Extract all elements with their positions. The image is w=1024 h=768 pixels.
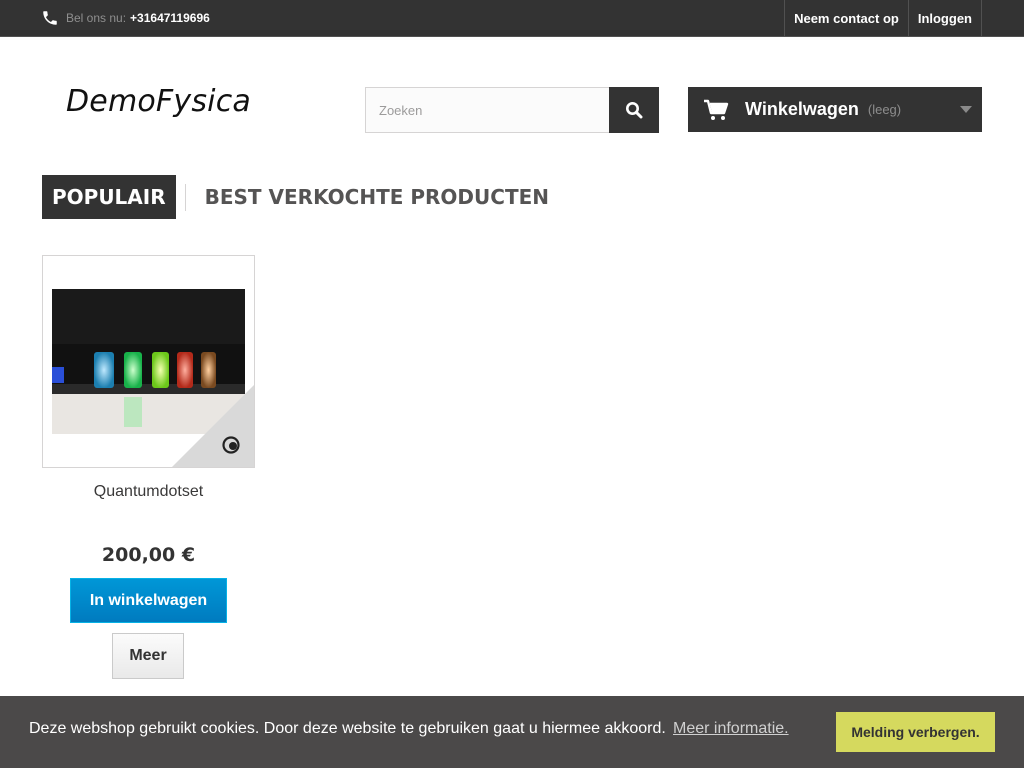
search-button[interactable] [609, 87, 659, 133]
product-image-link[interactable] [42, 255, 255, 468]
corner-ribbon [172, 385, 254, 467]
phone-info: Bel ons nu: +31647119696 [41, 6, 210, 30]
tab-popular[interactable]: POPULAIR [42, 175, 176, 219]
cart-button[interactable]: Winkelwagen (leeg) [688, 87, 982, 132]
phone-label: Bel ons nu: [66, 11, 127, 25]
add-to-cart-button[interactable]: In winkelwagen [70, 578, 227, 623]
search-icon [626, 102, 643, 119]
top-bar: Bel ons nu: +31647119696 Neem contact op… [0, 0, 1024, 37]
cookie-more-info-link[interactable]: Meer informatie. [673, 720, 789, 738]
product-price: 200,00 € [101, 544, 196, 566]
product-name[interactable]: Quantumdotset [42, 483, 255, 501]
search-input[interactable] [365, 87, 609, 133]
chevron-down-icon [960, 106, 972, 113]
contact-link[interactable]: Neem contact op [784, 0, 908, 37]
cart-label: Winkelwagen [745, 99, 859, 119]
top-links: Neem contact op Inloggen [784, 0, 982, 37]
more-button[interactable]: Meer [112, 633, 184, 679]
tab-best-sellers[interactable]: BEST VERKOCHTE PRODUCTEN [195, 175, 549, 219]
phone-number: +31647119696 [130, 11, 210, 25]
product-tabs: POPULAIR BEST VERKOCHTE PRODUCTEN [42, 175, 549, 219]
phone-icon [43, 11, 57, 25]
cart-status: (leeg) [867, 102, 902, 117]
site-logo[interactable]: DemoFysica [66, 84, 251, 119]
search-form [365, 87, 659, 133]
login-link[interactable]: Inloggen [907, 0, 982, 37]
tab-divider [184, 183, 186, 211]
cookie-message: Deze webshop gebruikt cookies. Door deze… [29, 720, 666, 737]
shopping-cart-icon [704, 99, 729, 120]
hide-cookie-button[interactable]: Melding verbergen. [836, 712, 995, 752]
